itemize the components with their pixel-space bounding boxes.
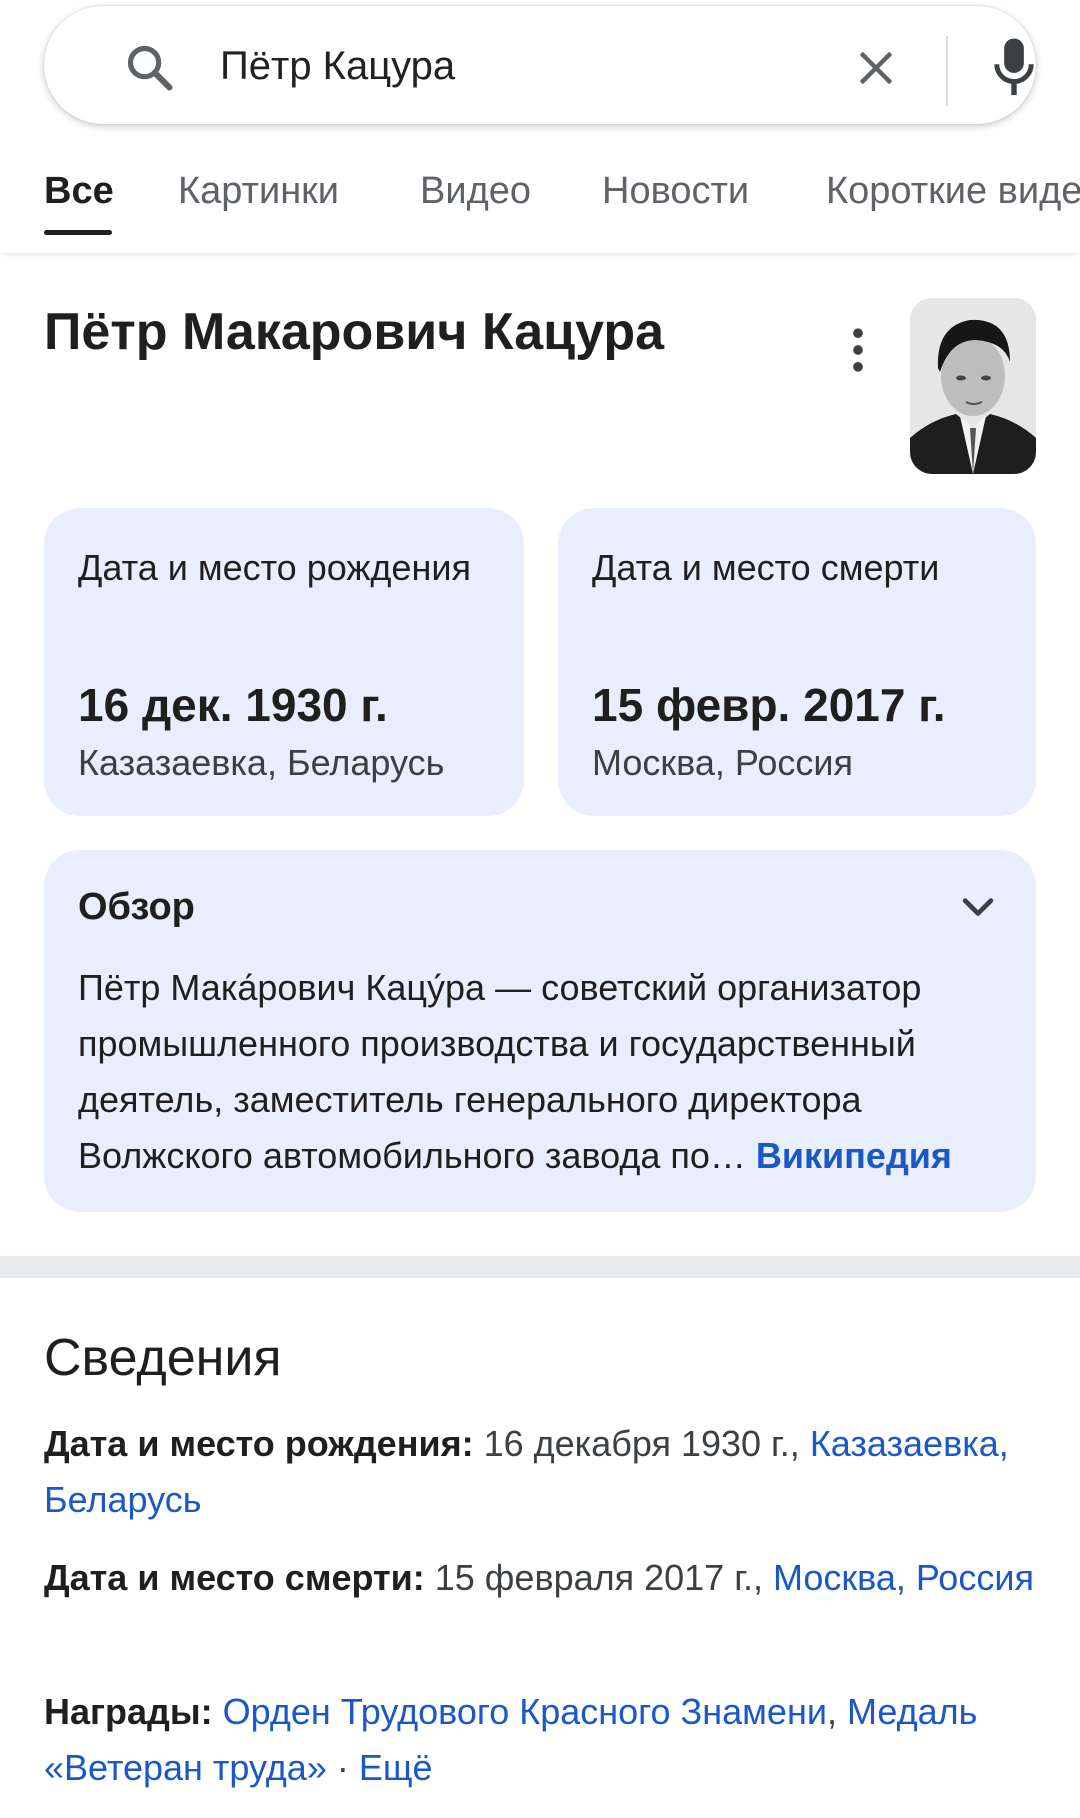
search-divider bbox=[946, 36, 948, 106]
fact-death-label: Дата и место смерти: bbox=[44, 1557, 425, 1598]
death-card-date: 15 февр. 2017 г. bbox=[592, 679, 946, 731]
tab-video[interactable]: Видео bbox=[420, 170, 531, 213]
fact-birth-label: Дата и место рождения: bbox=[44, 1423, 474, 1464]
death-card[interactable]: Дата и место смерти 15 февр. 2017 г. Мос… bbox=[558, 508, 1036, 816]
overview-ellipsis: … bbox=[709, 1135, 746, 1176]
details-title: Сведения bbox=[44, 1329, 282, 1387]
chevron-down-icon[interactable] bbox=[956, 886, 1000, 930]
mic-icon[interactable] bbox=[988, 36, 1040, 100]
fact-birth-value: 16 декабря 1930 г., bbox=[483, 1423, 800, 1464]
portrait-photo bbox=[910, 298, 1036, 474]
fact-death: Дата и место смерти: 15 февраля 2017 г.,… bbox=[44, 1550, 1034, 1606]
tab-images[interactable]: Картинки bbox=[178, 170, 339, 213]
awards-dot-separator: · bbox=[326, 1747, 359, 1788]
section-divider bbox=[0, 1256, 1080, 1278]
fact-death-value: 15 февраля 2017 г., bbox=[434, 1557, 763, 1598]
portrait-image[interactable] bbox=[910, 298, 1036, 474]
search-icon bbox=[127, 45, 173, 91]
search-bar[interactable]: Пётр Кацура bbox=[44, 6, 1036, 124]
birth-card-place: Казазаевка, Беларусь bbox=[78, 742, 445, 783]
birth-card-date: 16 дек. 1930 г. bbox=[78, 679, 388, 731]
more-options-icon[interactable] bbox=[836, 322, 880, 378]
search-tabs: Все Картинки Видео Новости Короткие виде… bbox=[0, 150, 1080, 254]
birth-card[interactable]: Дата и место рождения 16 дек. 1930 г. Ка… bbox=[44, 508, 524, 816]
awards-more-link[interactable]: Ещё bbox=[359, 1747, 433, 1788]
overview-title: Обзор bbox=[78, 886, 195, 928]
tab-short-videos[interactable]: Короткие видео bbox=[826, 170, 1080, 213]
tab-all[interactable]: Все bbox=[44, 170, 114, 213]
clear-icon[interactable] bbox=[854, 46, 898, 90]
tab-active-indicator bbox=[44, 230, 112, 235]
awards-separator: , bbox=[826, 1691, 837, 1732]
fact-awards: Награды: Орден Трудового Красного Знамен… bbox=[44, 1684, 1034, 1796]
award-link-order[interactable]: Орден Трудового Красного Знамени bbox=[223, 1691, 827, 1732]
overview-text: Пётр Мака́рович Кацу́ра — советский орга… bbox=[78, 960, 1008, 1184]
fact-death-place-link[interactable]: Москва, Россия bbox=[773, 1557, 1034, 1598]
fact-birth: Дата и место рождения: 16 декабря 1930 г… bbox=[44, 1416, 1034, 1528]
birth-card-label: Дата и место рождения bbox=[78, 547, 471, 588]
death-card-label: Дата и место смерти bbox=[592, 547, 940, 588]
tab-news[interactable]: Новости bbox=[602, 170, 749, 213]
search-input[interactable]: Пётр Кацура bbox=[220, 36, 820, 96]
fact-awards-label: Награды: bbox=[44, 1691, 213, 1732]
entity-title: Пётр Макарович Кацура bbox=[44, 303, 665, 361]
wikipedia-link[interactable]: Википедия bbox=[756, 1135, 952, 1176]
overview-card[interactable]: Обзор Пётр Мака́рович Кацу́ра — советски… bbox=[44, 850, 1036, 1212]
death-card-place: Москва, Россия bbox=[592, 742, 853, 783]
